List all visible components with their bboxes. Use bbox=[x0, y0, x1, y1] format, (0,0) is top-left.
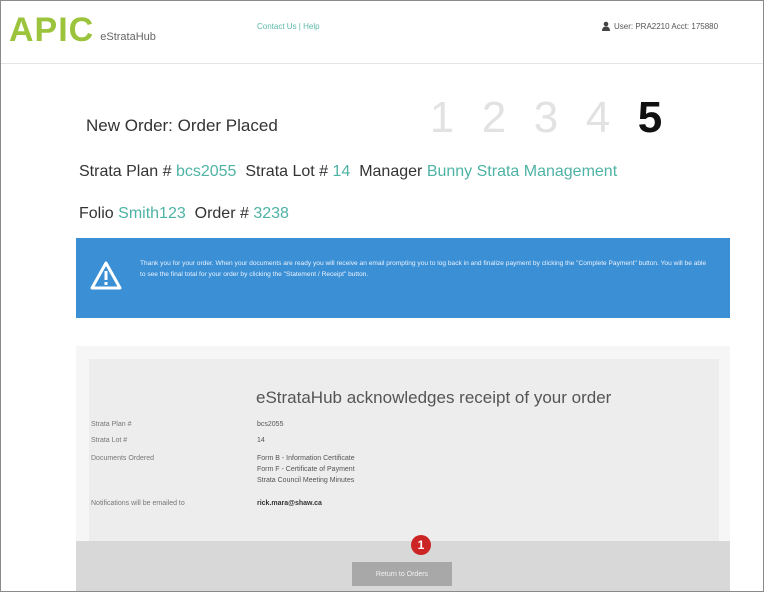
warning-icon bbox=[90, 261, 122, 290]
receipt-strata-lot-value: 14 bbox=[257, 437, 265, 444]
manager-label: Manager bbox=[359, 163, 423, 180]
receipt-document-item: Form B - Information Certificate bbox=[257, 455, 355, 462]
receipt-strata-plan-value: bcs2055 bbox=[257, 421, 284, 428]
order-confirmation-alert: Thank you for your order. When your docu… bbox=[76, 238, 730, 318]
alert-message: Thank you for your order. When your docu… bbox=[140, 260, 707, 278]
strata-lot-value: 14 bbox=[332, 163, 351, 180]
receipt-document-item: Strata Council Meeting Minutes bbox=[257, 477, 355, 484]
step-1: 1 bbox=[429, 93, 455, 142]
step-5-current: 5 bbox=[637, 93, 663, 142]
order-number-label: Order # bbox=[194, 205, 249, 222]
step-3: 3 bbox=[533, 93, 559, 142]
contact-help-links[interactable]: Contact Us | Help bbox=[257, 22, 320, 31]
annotation-badge: 1 bbox=[411, 535, 431, 555]
step-4: 4 bbox=[585, 93, 611, 142]
receipt-strata-lot-label: Strata Lot # bbox=[91, 437, 128, 444]
step-2: 2 bbox=[481, 93, 507, 142]
folio-label: Folio bbox=[79, 205, 114, 222]
logo-main-text: APIC bbox=[9, 11, 95, 49]
manager-value: Bunny Strata Management bbox=[426, 163, 618, 180]
receipt-panel-inner bbox=[89, 359, 719, 541]
receipt-documents-label: Documents Ordered bbox=[91, 455, 155, 462]
strata-plan-label: Strata Plan # bbox=[79, 163, 172, 180]
strata-lot-label: Strata Lot # bbox=[245, 163, 329, 180]
step-indicator: 1 2 3 4 5 bbox=[416, 93, 676, 143]
page-title: New Order: Order Placed bbox=[86, 116, 278, 135]
user-account-info[interactable]: User: PRA2210 Acct: 175880 bbox=[601, 21, 718, 31]
logo-sub-text: eStrataHub bbox=[100, 31, 156, 43]
receipt-notifications-label: Notifications will be emailed to bbox=[91, 500, 185, 507]
strata-plan-value: bcs2055 bbox=[175, 163, 237, 180]
top-navbar: APIC eStrataHub Contact Us | Help User: … bbox=[1, 1, 763, 64]
receipt-notifications-email: rick.mara@shaw.ca bbox=[257, 500, 322, 507]
user-icon bbox=[602, 21, 610, 31]
receipt-strata-plan-label: Strata Plan # bbox=[91, 421, 132, 428]
receipt-title: eStrataHub acknowledges receipt of your … bbox=[256, 388, 612, 407]
order-info-line-2: Folio Smith123 Order # 3238 bbox=[79, 205, 289, 223]
user-account-text: User: PRA2210 Acct: 175880 bbox=[614, 21, 719, 31]
apic-logo[interactable]: APIC eStrataHub bbox=[9, 13, 156, 47]
order-info-line-1: Strata Plan # bcs2055 Strata Lot # 14 Ma… bbox=[79, 163, 617, 181]
app-frame: APIC eStrataHub Contact Us | Help User: … bbox=[0, 0, 764, 592]
order-number-value: 3238 bbox=[253, 205, 289, 222]
receipt-document-item: Form F - Certificate of Payment bbox=[257, 466, 355, 473]
return-to-orders-button[interactable]: Return to Orders bbox=[352, 562, 452, 586]
folio-value: Smith123 bbox=[118, 205, 186, 222]
